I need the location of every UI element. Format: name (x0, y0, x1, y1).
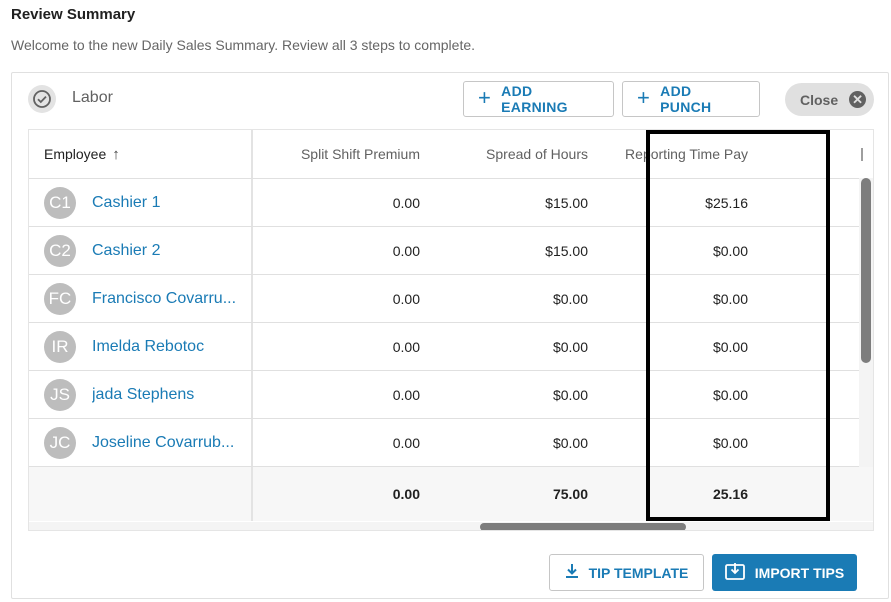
close-button[interactable]: Close ✕ (785, 83, 874, 116)
employee-name-link[interactable]: Cashier 1 (92, 194, 160, 212)
spread-of-hours-value: $0.00 (552, 290, 588, 307)
page-title: Review Summary (11, 6, 136, 23)
split-shift-premium-value: 0.00 (392, 242, 420, 259)
close-label: Close (800, 91, 839, 108)
split-shift-premium-value: 0.00 (392, 386, 420, 403)
table-row[interactable]: JS jada Stephens 0.00 $0.00 $0.00 (29, 371, 873, 419)
tip-template-button[interactable]: TIP TEMPLATE (549, 554, 704, 591)
vertical-scrollbar-thumb[interactable] (861, 178, 871, 363)
avatar: JS (44, 378, 76, 411)
add-punch-button[interactable]: + ADD PUNCH (622, 81, 760, 117)
download-icon (565, 563, 579, 582)
split-shift-premium-value: 0.00 (392, 194, 420, 211)
reporting-time-pay-total: 25.16 (712, 486, 748, 502)
reporting-time-pay-value: $0.00 (712, 434, 748, 451)
reporting-time-pay-value: $25.16 (705, 194, 748, 211)
avatar: IR (44, 330, 76, 363)
reporting-time-pay-value: $0.00 (712, 242, 748, 259)
table-row[interactable]: JC Joseline Covarrub... 0.00 $0.00 $0.00 (29, 419, 873, 467)
page-subtitle: Welcome to the new Daily Sales Summary. … (11, 37, 476, 53)
spread-of-hours-value: $15.00 (545, 242, 588, 259)
spread-of-hours-value: $0.00 (552, 386, 588, 403)
import-icon (724, 562, 745, 583)
spread-of-hours-value: $0.00 (552, 338, 588, 355)
employee-name-link[interactable]: jada Stephens (92, 386, 194, 404)
table-header-row: Employee ↑ Split Shift Premium Spread of… (29, 130, 873, 179)
spread-of-hours-value: $0.00 (552, 434, 588, 451)
column-header-reporting-time-pay[interactable]: Reporting Time Pay (589, 130, 788, 178)
column-header-next-partial (855, 130, 873, 178)
horizontal-scrollbar[interactable] (29, 522, 873, 530)
table-row[interactable]: IR Imelda Rebotoc 0.00 $0.00 $0.00 (29, 323, 873, 371)
split-shift-premium-value: 0.00 (392, 434, 420, 451)
split-shift-premium-value: 0.00 (392, 290, 420, 307)
split-shift-premium-total: 0.00 (392, 486, 420, 502)
employee-name-link[interactable]: Francisco Covarru... (92, 290, 236, 308)
spread-of-hours-total: 75.00 (552, 486, 588, 502)
avatar: FC (44, 282, 76, 315)
table-row[interactable]: C2 Cashier 2 0.00 $15.00 $0.00 (29, 227, 873, 275)
add-earning-button[interactable]: + ADD EARNING (463, 81, 614, 117)
table-row[interactable]: C1 Cashier 1 0.00 $15.00 $25.16 (29, 179, 873, 227)
reporting-time-pay-value: $0.00 (712, 338, 748, 355)
tip-template-label: TIP TEMPLATE (588, 564, 689, 581)
employee-name-link[interactable]: Cashier 2 (92, 242, 160, 260)
avatar: C1 (44, 186, 76, 219)
split-shift-premium-value: 0.00 (392, 338, 420, 355)
employee-name-link[interactable]: Joseline Covarrub... (92, 434, 234, 452)
plus-icon: + (637, 85, 651, 110)
close-icon: ✕ (849, 91, 867, 108)
add-punch-label: ADD PUNCH (660, 83, 712, 115)
reporting-time-pay-value: $0.00 (712, 290, 748, 307)
employee-name-link[interactable]: Imelda Rebotoc (92, 338, 204, 356)
horizontal-scrollbar-thumb[interactable] (480, 523, 686, 530)
reporting-time-pay-value: $0.00 (712, 386, 748, 403)
import-tips-label: IMPORT TIPS (754, 564, 845, 581)
avatar: JC (44, 426, 76, 459)
totals-row: 0.00 75.00 25.16 (29, 467, 873, 521)
section-label: Labor (72, 89, 113, 106)
check-circle-icon (28, 85, 56, 113)
add-earning-label: ADD EARNING (501, 83, 568, 115)
labor-table: Employee ↑ Split Shift Premium Spread of… (28, 129, 874, 531)
column-header-spread-of-hours[interactable]: Spread of Hours (421, 130, 589, 178)
sort-arrow-up-icon[interactable]: ↑ (112, 146, 120, 163)
column-header-employee[interactable]: Employee ↑ (29, 130, 253, 178)
spread-of-hours-value: $15.00 (545, 194, 588, 211)
table-row[interactable]: FC Francisco Covarru... 0.00 $0.00 $0.00 (29, 275, 873, 323)
import-tips-button[interactable]: IMPORT TIPS (712, 554, 857, 591)
avatar: C2 (44, 234, 76, 267)
labor-card: Labor + ADD EARNING + ADD PUNCH Close ✕ … (11, 72, 889, 599)
column-header-split-shift-premium[interactable]: Split Shift Premium (253, 130, 421, 178)
plus-icon: + (478, 85, 492, 110)
vertical-scrollbar[interactable] (859, 178, 873, 467)
